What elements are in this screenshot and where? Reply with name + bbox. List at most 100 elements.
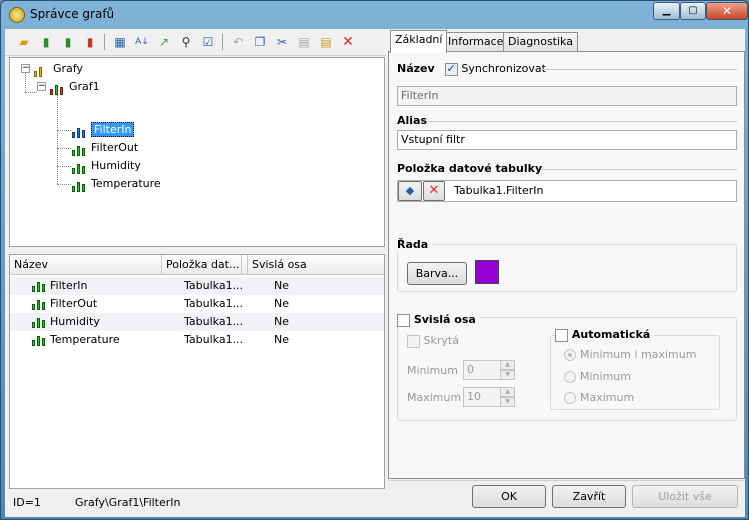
tab-diagnostics[interactable]: Diagnostika bbox=[503, 32, 578, 52]
series-icon bbox=[32, 298, 46, 310]
tree-item-humidity[interactable]: Humidity bbox=[72, 157, 141, 174]
tree-root-label: Grafy bbox=[53, 62, 83, 75]
section-divider bbox=[541, 69, 737, 70]
radio-max-icon bbox=[564, 392, 576, 404]
auto-section: Automatická bbox=[555, 328, 655, 342]
maximize-button[interactable]: ▢ bbox=[680, 2, 706, 20]
tree-line bbox=[25, 70, 26, 92]
table-row[interactable]: Temperature Tabulka1... Ne bbox=[10, 331, 384, 349]
clear-item-icon[interactable]: ✕ bbox=[423, 181, 445, 201]
tree-item-label: Temperature bbox=[91, 177, 161, 190]
row-axis: Ne bbox=[274, 315, 289, 328]
radio-max[interactable]: Maximum bbox=[564, 391, 634, 404]
hidden-label: Skrytá bbox=[423, 334, 459, 347]
delete-icon[interactable]: ✕ bbox=[339, 33, 357, 51]
minimize-button[interactable]: ▁ bbox=[653, 2, 680, 20]
color-swatch[interactable] bbox=[475, 260, 499, 284]
sync-checkbox[interactable] bbox=[444, 62, 458, 76]
minimum-up-icon[interactable]: ▲ bbox=[500, 360, 515, 370]
tree-collapse-root[interactable]: − bbox=[21, 64, 30, 73]
undo-icon[interactable]: ↶ bbox=[229, 33, 247, 51]
row-name-cell: Humidity bbox=[32, 313, 100, 331]
title-bar: Správce grafů ▁ ▢ ✕ bbox=[1, 1, 748, 28]
sync-label: Synchronizovat bbox=[461, 62, 546, 75]
check-icon[interactable]: ☑ bbox=[199, 33, 217, 51]
radio-min-max-label: Minimum i maximum bbox=[580, 348, 697, 361]
name-field[interactable]: FilterIn bbox=[397, 86, 737, 106]
series-label: Řada bbox=[397, 238, 433, 251]
color-button[interactable]: Barva... bbox=[407, 262, 467, 285]
row-axis: Ne bbox=[274, 297, 289, 310]
maximum-stepper[interactable]: 10 ▲ ▼ bbox=[463, 387, 515, 407]
alias-field[interactable]: Vstupní filtr bbox=[397, 130, 737, 150]
toolbar-separator bbox=[222, 34, 223, 50]
add-series-icon[interactable]: ▮ bbox=[59, 33, 77, 51]
row-axis: Ne bbox=[274, 279, 289, 292]
paste-special-icon[interactable]: ▤ bbox=[317, 33, 335, 51]
find-icon[interactable]: ⚲ bbox=[177, 33, 195, 51]
tree-collapse-chart[interactable]: − bbox=[37, 82, 46, 91]
series-icon bbox=[32, 334, 46, 346]
save-all-button[interactable]: Uložit vše bbox=[632, 485, 738, 508]
copy-icon[interactable]: ❐ bbox=[251, 33, 269, 51]
window-title: Správce grafů bbox=[30, 7, 115, 21]
radio-min-icon bbox=[564, 371, 576, 383]
axis-checkbox[interactable] bbox=[397, 313, 410, 327]
tab-info[interactable]: Informace bbox=[443, 32, 509, 52]
radio-min[interactable]: Minimum bbox=[564, 370, 631, 383]
maximum-down-icon[interactable]: ▼ bbox=[500, 397, 515, 407]
radio-max-label: Maximum bbox=[580, 391, 635, 404]
series-icon bbox=[32, 316, 46, 328]
tree-item-filterin[interactable]: FilterIn bbox=[72, 121, 135, 138]
close-window-button[interactable]: ✕ bbox=[706, 2, 748, 20]
axis-section: Svislá osa bbox=[397, 313, 480, 327]
series-icon bbox=[72, 159, 88, 174]
row-name: FilterOut bbox=[50, 297, 98, 310]
series-list: Název Položka dat... Svislá osa FilterIn… bbox=[9, 254, 385, 489]
hidden-checkbox[interactable] bbox=[407, 334, 420, 348]
tree-node-root[interactable]: Grafy bbox=[34, 60, 83, 77]
row-name: Humidity bbox=[50, 315, 100, 328]
data-item-label: Položka datové tabulky bbox=[397, 162, 543, 175]
new-folder-icon[interactable]: ▰ bbox=[15, 33, 33, 51]
tree-item-filterout[interactable]: FilterOut bbox=[72, 139, 138, 156]
close-button[interactable]: Zavřít bbox=[552, 485, 626, 508]
paste-icon[interactable]: ▤ bbox=[295, 33, 313, 51]
series-icon bbox=[72, 141, 88, 156]
cut-icon[interactable]: ✂ bbox=[273, 33, 291, 51]
tab-basic[interactable]: Základní bbox=[390, 30, 448, 53]
tree-item-temperature[interactable]: Temperature bbox=[72, 175, 161, 192]
maximum-up-icon[interactable]: ▲ bbox=[500, 387, 515, 397]
properties-icon[interactable]: ▦ bbox=[111, 33, 129, 51]
series-icon bbox=[72, 123, 88, 138]
chart-icon[interactable]: ▮ bbox=[81, 33, 99, 51]
column-header-axis[interactable]: Svislá osa bbox=[248, 255, 384, 275]
minimum-stepper[interactable]: 0 ▲ ▼ bbox=[463, 360, 515, 380]
client-area: ▰ ▮ ▮ ▮ ▦ A↓ ↗ ⚲ ☑ ↶ ❐ ✂ ▤ ▤ ✕ − Grafy −… bbox=[5, 29, 745, 517]
sort-az-icon[interactable]: A↓ bbox=[133, 33, 151, 51]
column-header-name[interactable]: Název bbox=[10, 255, 162, 275]
minimum-down-icon[interactable]: ▼ bbox=[500, 370, 515, 380]
maximum-label: Maximum bbox=[407, 391, 462, 404]
move-up-icon[interactable]: ↗ bbox=[155, 33, 173, 51]
series-icon bbox=[72, 177, 88, 192]
table-row[interactable]: FilterOut Tabulka1... Ne bbox=[10, 295, 384, 313]
axis-label: Svislá osa bbox=[413, 313, 476, 326]
table-row[interactable]: Humidity Tabulka1... Ne bbox=[10, 313, 384, 331]
hidden-option: Skrytá bbox=[407, 334, 459, 348]
tree-line bbox=[57, 130, 71, 131]
radio-min-max[interactable]: Minimum i maximum bbox=[564, 348, 696, 361]
status-bar: ID=1 Grafy\Graf1\FilterIn bbox=[9, 490, 385, 516]
right-pane: Základní Informace Diagnostika Název Syn… bbox=[388, 29, 745, 517]
tree-node-chart[interactable]: Graf1 bbox=[50, 78, 100, 95]
minimum-label: Minimum bbox=[407, 364, 458, 377]
tab-panel-basic: Název Synchronizovat FilterIn Alias Vstu… bbox=[388, 51, 745, 479]
ok-button[interactable]: OK bbox=[472, 485, 546, 508]
add-chart-icon[interactable]: ▮ bbox=[37, 33, 55, 51]
table-row[interactable]: FilterIn Tabulka1... Ne bbox=[10, 277, 384, 295]
alias-label: Alias bbox=[397, 114, 428, 127]
column-header-item[interactable]: Položka dat... bbox=[162, 255, 242, 275]
auto-checkbox[interactable] bbox=[555, 328, 568, 342]
pick-item-icon[interactable]: ◆ bbox=[398, 181, 422, 201]
data-item-field[interactable]: Tabulka1.FilterIn bbox=[397, 180, 737, 202]
